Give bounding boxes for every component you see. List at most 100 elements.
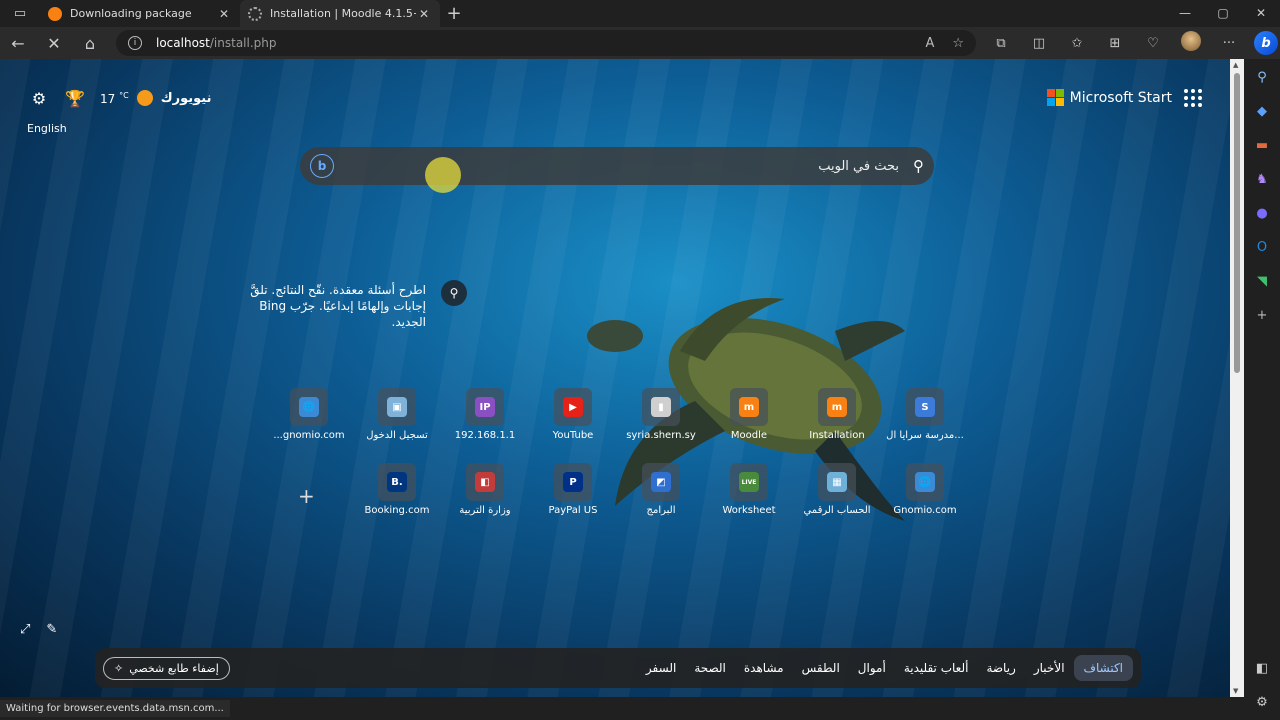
- back-button[interactable]: ←: [0, 27, 36, 59]
- collections-icon[interactable]: ⊞: [1102, 36, 1128, 51]
- globe-icon: 🌐: [290, 388, 328, 426]
- weather-widget[interactable]: 17 °C نيويورك: [100, 90, 211, 106]
- quicklink-tile[interactable]: ▶ YouTube: [533, 388, 613, 441]
- profile-avatar[interactable]: [1178, 31, 1204, 55]
- window-controls: — ▢ ✕: [1166, 0, 1280, 27]
- favorite-star-icon[interactable]: ☆: [952, 36, 964, 51]
- sidebar-hide-icon[interactable]: ◧: [1252, 658, 1272, 678]
- feed-tab-health[interactable]: الصحة: [685, 661, 735, 675]
- quicklink-tile[interactable]: 🌐 ...gnomio.com: [269, 388, 349, 441]
- feed-tab-weather[interactable]: الطقس: [793, 661, 849, 675]
- read-aloud-icon[interactable]: A: [925, 36, 934, 51]
- add-quicklink-button[interactable]: +: [298, 484, 315, 508]
- quicklink-label: تسجيل الدخول: [366, 430, 428, 441]
- more-menu-icon[interactable]: ···: [1216, 36, 1242, 51]
- close-tab-icon[interactable]: ✕: [216, 7, 232, 21]
- sidebar-settings-icon[interactable]: ⚙: [1252, 692, 1272, 712]
- sidebar-add-icon[interactable]: +: [1252, 305, 1272, 325]
- sidebar-search-icon[interactable]: ⚲: [1252, 67, 1272, 87]
- tab-bar: ▭ Downloading package ✕ Installation | M…: [0, 0, 1280, 27]
- feed-tab-news[interactable]: الأخبار: [1025, 661, 1074, 675]
- scroll-up-icon[interactable]: ▲: [1233, 61, 1238, 69]
- personalize-label: إضفاء طابع شخصي: [129, 661, 219, 675]
- quicklink-label: Moodle: [730, 430, 768, 441]
- expand-icon[interactable]: ⤢: [20, 622, 30, 637]
- quicklink-tile[interactable]: LIVE Worksheet: [709, 463, 789, 516]
- sunny-weather-icon: [136, 90, 153, 106]
- scroll-down-icon[interactable]: ▼: [1233, 687, 1238, 695]
- app-launcher-icon[interactable]: [1184, 89, 1202, 107]
- ip-icon: IP: [466, 388, 504, 426]
- moodle-icon: m: [730, 388, 768, 426]
- quicklink-tile[interactable]: m Moodle: [709, 388, 789, 441]
- quicklink-label: Installation: [809, 430, 865, 441]
- ministry-icon: ◧: [466, 463, 504, 501]
- tab-downloading[interactable]: Downloading package ✕: [40, 0, 240, 27]
- login-icon: ▣: [378, 388, 416, 426]
- site-info-icon[interactable]: i: [128, 36, 142, 50]
- quicklink-tile[interactable]: S مدرسة سرايا ال...: [885, 388, 965, 441]
- quicklink-tile[interactable]: 🌐 Gnomio.com: [885, 463, 965, 516]
- status-text: Waiting for browser.events.data.msn.com.…: [0, 700, 230, 717]
- scrollbar-thumb[interactable]: [1234, 73, 1240, 373]
- feed-tab-money[interactable]: أموال: [849, 661, 895, 675]
- quicklink-label: YouTube: [552, 430, 594, 441]
- sidebar-games-icon[interactable]: ♞: [1252, 169, 1272, 189]
- tab-installation[interactable]: Installation | Moodle 4.1.5+ (Buil ✕: [240, 0, 440, 27]
- close-tab-icon[interactable]: ✕: [416, 7, 432, 21]
- quicklink-tile[interactable]: B. Booking.com: [357, 463, 437, 516]
- favorites-icon[interactable]: ✩: [1064, 36, 1090, 51]
- programs-icon: ◩: [642, 463, 680, 501]
- bing-chat-icon[interactable]: b: [310, 154, 334, 178]
- brand-name: Microsoft Start: [1069, 89, 1172, 106]
- feed-tab-travel[interactable]: السفر: [637, 661, 685, 675]
- performance-icon[interactable]: ♡: [1140, 36, 1166, 51]
- quicklink-label: ...gnomio.com: [273, 430, 345, 441]
- background-edit-icon[interactable]: ✎: [46, 622, 57, 637]
- paypal-icon: P: [554, 463, 592, 501]
- quicklink-tile[interactable]: P PayPal US: [533, 463, 613, 516]
- settings-gear-icon[interactable]: ⚙: [28, 87, 50, 109]
- sidebar-outlook-icon[interactable]: O: [1252, 237, 1272, 257]
- quicklink-tile[interactable]: IP 192.168.1.1: [445, 388, 525, 441]
- extensions-icon[interactable]: ⧉: [988, 36, 1014, 51]
- minimize-icon[interactable]: —: [1166, 0, 1204, 27]
- feed-tab-sports[interactable]: رياضة: [977, 661, 1024, 675]
- feed-tab-watch[interactable]: مشاهدة: [735, 661, 793, 675]
- sidebar-copilot-icon[interactable]: ●: [1252, 203, 1272, 223]
- address-bar[interactable]: i localhost/install.php A ☆: [116, 30, 976, 56]
- maximize-icon[interactable]: ▢: [1204, 0, 1242, 27]
- sparkle-edit-icon: ✧: [114, 661, 124, 675]
- page-scrollbar[interactable]: ▲ ▼: [1230, 59, 1244, 697]
- home-button[interactable]: ⌂: [72, 27, 108, 59]
- quicklink-tile[interactable]: ▦ الحساب الرقمي: [797, 463, 877, 516]
- sidebar-drop-icon[interactable]: ◥: [1252, 271, 1272, 291]
- quicklink-tile[interactable]: ◩ البرامج: [621, 463, 701, 516]
- stop-button[interactable]: ✕: [36, 27, 72, 59]
- tab-actions-icon[interactable]: ▭: [0, 0, 40, 27]
- school-icon: S: [906, 388, 944, 426]
- bing-promo-text[interactable]: اطرح أسئلة معقدة. نقّح النتائج. تلقَّ إج…: [222, 282, 426, 330]
- feed-navigation-bar: اكتشاف الأخبار رياضة ألعاب تقليدية أموال…: [95, 648, 1141, 688]
- bing-promo-search-icon[interactable]: ⚲: [441, 280, 467, 306]
- feed-tab-discover[interactable]: اكتشاف: [1073, 655, 1133, 681]
- search-icon[interactable]: ⚲: [913, 157, 924, 175]
- microsoft-start-logo[interactable]: Microsoft Start: [1046, 89, 1172, 106]
- sidebar-shopping-icon[interactable]: ◆: [1252, 101, 1272, 121]
- booking-icon: B.: [378, 463, 416, 501]
- close-window-icon[interactable]: ✕: [1242, 0, 1280, 27]
- personalize-button[interactable]: إضفاء طابع شخصي ✧: [103, 656, 230, 680]
- web-search-box[interactable]: b بحث في الويب ⚲: [300, 147, 934, 185]
- quicklink-tile[interactable]: ◧ وزارة التربية: [445, 463, 525, 516]
- microsoft-logo-icon: [1046, 89, 1064, 106]
- sidebar-tools-icon[interactable]: ▬: [1252, 135, 1272, 155]
- quicklink-tile[interactable]: m Installation: [797, 388, 877, 441]
- quicklink-tile[interactable]: ▣ تسجيل الدخول: [357, 388, 437, 441]
- language-link[interactable]: English: [27, 122, 67, 135]
- quicklink-tile[interactable]: ▮ syria.shern.sy: [621, 388, 701, 441]
- split-screen-icon[interactable]: ◫: [1026, 36, 1052, 51]
- rewards-trophy-icon[interactable]: 🏆: [64, 87, 86, 109]
- feed-tab-casual-games[interactable]: ألعاب تقليدية: [895, 661, 978, 675]
- bing-copilot-button[interactable]: b: [1254, 31, 1280, 55]
- new-tab-button[interactable]: +: [440, 3, 468, 24]
